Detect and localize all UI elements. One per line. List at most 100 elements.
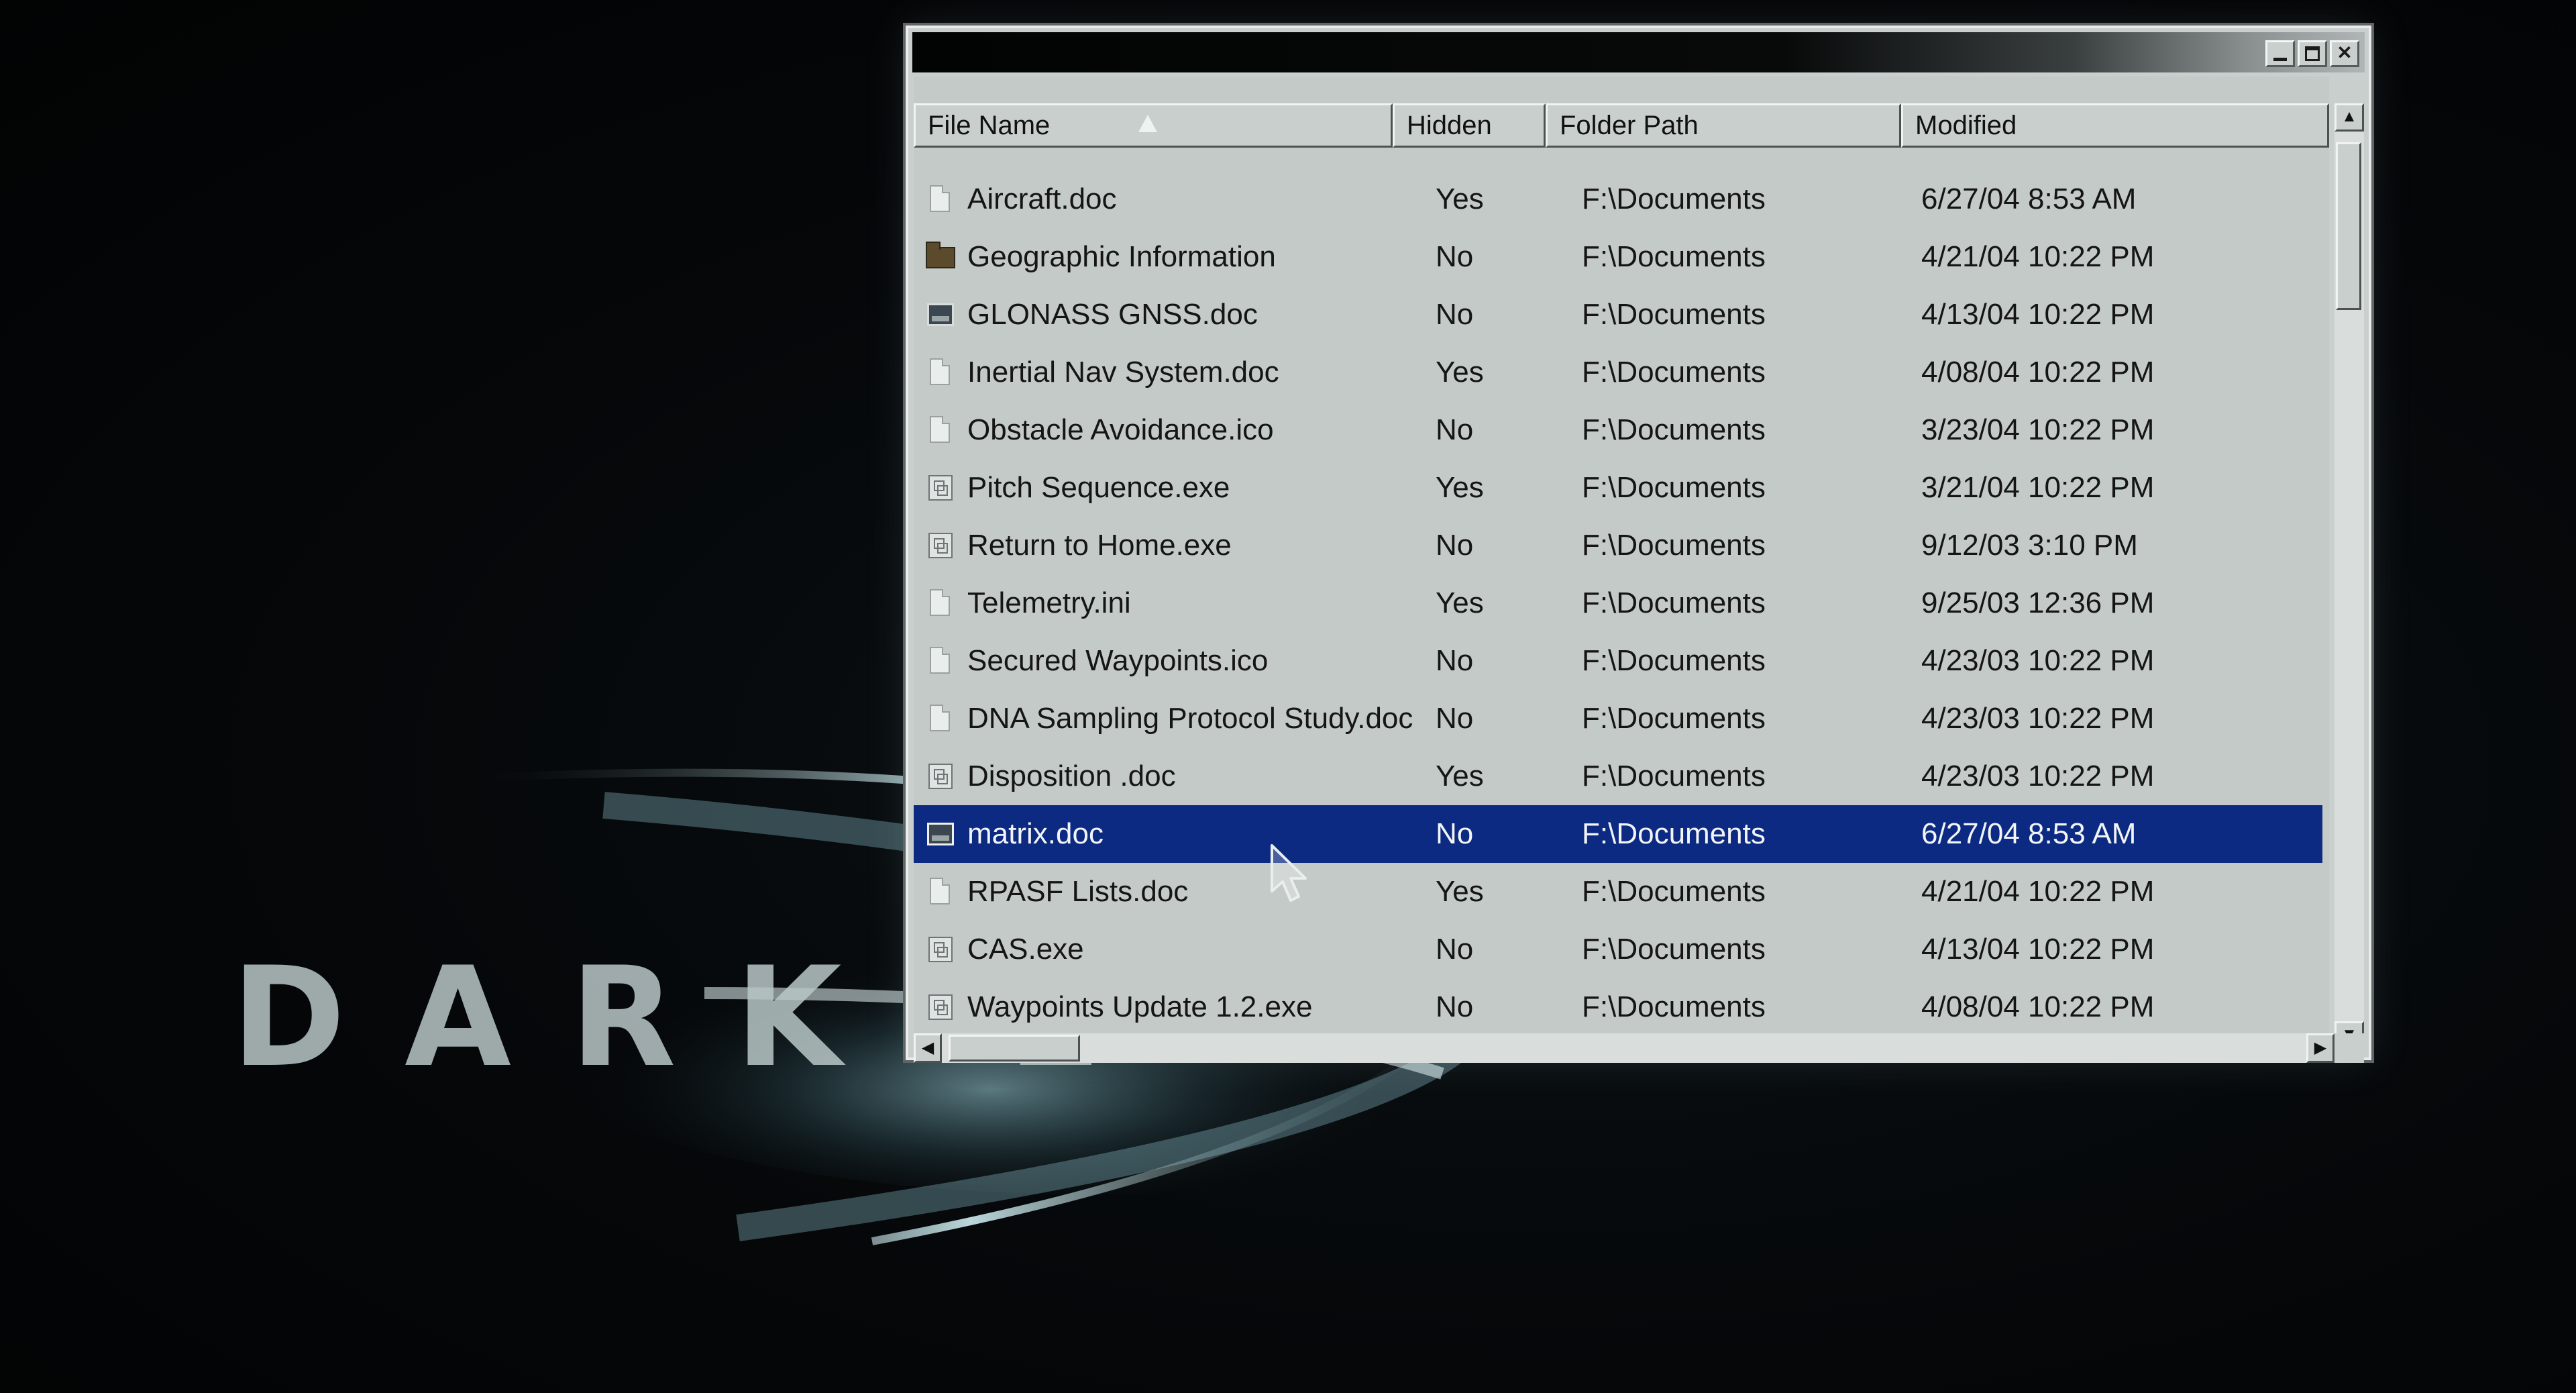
file-name-cell: GLONASS GNSS.doc	[967, 298, 1258, 331]
file-name-cell: Disposition .doc	[967, 760, 1176, 792]
hidden-cell: Yes	[1436, 471, 1484, 504]
table-row[interactable]: RPASF Lists.doc Yes F:\Documents 4/21/04 10…	[914, 863, 2322, 921]
horizontal-scroll-thumb[interactable]	[949, 1035, 1080, 1062]
document-icon	[926, 415, 954, 446]
document-icon	[926, 703, 954, 734]
folder-path-cell: F:\Documents	[1582, 586, 1766, 619]
file-name-cell: Secured Waypoints.ico	[967, 644, 1269, 677]
hidden-cell: Yes	[1436, 356, 1484, 389]
table-row[interactable]: Telemetry.ini Yes F:\Documents 9/25/03 12:3…	[914, 574, 2322, 632]
table-row[interactable]: Disposition .doc Yes F:\Documents 4/23/03 1…	[914, 747, 2322, 805]
file-list: File Name Hidden Folder Path Modified Ai…	[914, 76, 2329, 1049]
document-icon	[926, 588, 954, 619]
folder-path-cell: F:\Documents	[1582, 183, 1766, 215]
hidden-cell: No	[1436, 990, 1474, 1023]
vertical-scroll-thumb[interactable]	[2336, 142, 2361, 310]
file-name-cell: Waypoints Update 1.2.exe	[967, 990, 1313, 1023]
modified-cell: 3/23/04 10:22 PM	[1921, 413, 2155, 446]
column-header-label: Modified	[1915, 111, 2017, 140]
hidden-cell: No	[1436, 298, 1474, 331]
hidden-cell: Yes	[1436, 875, 1484, 908]
document-icon	[926, 876, 954, 907]
hidden-cell: No	[1436, 529, 1474, 562]
folder-path-cell: F:\Documents	[1582, 760, 1766, 792]
column-header-modified[interactable]: Modified	[1901, 103, 2329, 148]
scroll-right-button[interactable]: ▶	[2306, 1033, 2334, 1063]
table-row[interactable]: Geographic Information No F:\Documents 4/21…	[914, 228, 2322, 286]
sort-ascending-icon	[1138, 115, 1157, 132]
file-name-cell: Return to Home.exe	[967, 529, 1232, 562]
image-icon	[926, 819, 954, 849]
modified-cell: 4/21/04 10:22 PM	[1921, 875, 2155, 908]
hidden-cell: No	[1436, 240, 1474, 273]
folder-path-cell: F:\Documents	[1582, 471, 1766, 504]
modified-cell: 9/25/03 12:36 PM	[1921, 586, 2155, 619]
hidden-cell: No	[1436, 702, 1474, 735]
folder-path-cell: F:\Documents	[1582, 990, 1766, 1023]
table-row[interactable]: GLONASS GNSS.doc No F:\Documents 4/13/04 10…	[914, 286, 2322, 344]
column-header-file-name[interactable]: File Name	[914, 103, 1393, 148]
modified-cell: 4/13/04 10:22 PM	[1921, 298, 2155, 331]
document-icon	[926, 646, 954, 676]
modified-cell: 4/08/04 10:22 PM	[1921, 990, 2155, 1023]
hidden-cell: No	[1436, 933, 1474, 966]
table-row[interactable]: Inertial Nav System.doc Yes F:\Documents 4/…	[914, 344, 2322, 401]
file-name-cell: RPASF Lists.doc	[967, 875, 1189, 908]
table-row[interactable]: Aircraft.doc Yes F:\Documents 6/27/04 8:53 …	[914, 170, 2322, 228]
maximize-button[interactable]	[2298, 40, 2327, 67]
vertical-scrollbar[interactable]: ▲ ▼	[2334, 103, 2364, 1049]
scroll-left-button[interactable]: ◀	[914, 1033, 942, 1063]
table-row[interactable]: DNA Sampling Protocol Study.doc No F:\Docu…	[914, 690, 2322, 747]
folder-path-cell: F:\Documents	[1582, 933, 1766, 966]
column-header-hidden[interactable]: Hidden	[1393, 103, 1546, 148]
column-header-row: File Name Hidden Folder Path Modified	[914, 103, 2329, 150]
folder-path-cell: F:\Documents	[1582, 817, 1766, 850]
table-row[interactable]: Waypoints Update 1.2.exe No F:\Documents 4/…	[914, 978, 2322, 1036]
column-header-folder-path[interactable]: Folder Path	[1546, 103, 1901, 148]
minimize-button[interactable]	[2265, 40, 2295, 67]
folder-path-cell: F:\Documents	[1582, 298, 1766, 331]
modified-cell: 4/23/03 10:22 PM	[1921, 760, 2155, 792]
column-header-label: File Name	[928, 111, 1051, 140]
file-name-cell: Geographic Information	[967, 240, 1276, 273]
scrollbar-corner	[2334, 1033, 2364, 1063]
title-bar[interactable]: ✕	[912, 32, 2365, 72]
executable-icon	[926, 472, 954, 503]
file-name-cell: Telemetry.ini	[967, 586, 1131, 619]
close-icon: ✕	[2337, 42, 2353, 63]
document-icon	[926, 184, 954, 215]
arrow-up-icon: ▲	[2341, 107, 2357, 125]
executable-icon	[926, 761, 954, 792]
table-row-selected[interactable]: matrix.doc No F:\Documents 6/27/04 8:53 AM	[914, 805, 2322, 863]
modified-cell: 6/27/04 8:53 AM	[1921, 817, 2137, 850]
horizontal-scrollbar[interactable]: ◀ ▶	[914, 1033, 2334, 1063]
document-icon	[926, 357, 954, 388]
file-name-cell: Inertial Nav System.doc	[967, 356, 1279, 389]
hidden-cell: No	[1436, 413, 1474, 446]
modified-cell: 6/27/04 8:53 AM	[1921, 183, 2137, 215]
close-button[interactable]: ✕	[2330, 40, 2359, 67]
folder-path-cell: F:\Documents	[1582, 413, 1766, 446]
arrow-left-icon: ◀	[921, 1039, 934, 1057]
folder-path-cell: F:\Documents	[1582, 702, 1766, 735]
table-row[interactable]: Secured Waypoints.ico No F:\Documents 4/23/…	[914, 632, 2322, 690]
table-row[interactable]: CAS.exe No F:\Documents 4/13/04 10:22 PM	[914, 921, 2322, 978]
column-header-label: Hidden	[1407, 111, 1492, 140]
table-row[interactable]: Return to Home.exe No F:\Documents 9/12/03 …	[914, 517, 2322, 574]
file-name-cell: CAS.exe	[967, 933, 1084, 966]
table-row[interactable]: Pitch Sequence.exe Yes F:\Documents 3/21/04…	[914, 459, 2322, 517]
hidden-cell: Yes	[1436, 183, 1484, 215]
executable-icon	[926, 934, 954, 965]
modified-cell: 4/23/03 10:22 PM	[1921, 644, 2155, 677]
folder-icon	[926, 242, 955, 272]
hidden-cell: No	[1436, 644, 1474, 677]
file-name-cell: Aircraft.doc	[967, 183, 1117, 215]
modified-cell: 4/08/04 10:22 PM	[1921, 356, 2155, 389]
folder-path-cell: F:\Documents	[1582, 529, 1766, 562]
folder-path-cell: F:\Documents	[1582, 240, 1766, 273]
executable-icon	[926, 530, 954, 561]
scroll-up-button[interactable]: ▲	[2334, 103, 2364, 132]
file-name-cell: matrix.doc	[967, 817, 1104, 850]
image-icon	[926, 299, 954, 330]
table-row[interactable]: Obstacle Avoidance.ico No F:\Documents 3/23…	[914, 401, 2322, 459]
